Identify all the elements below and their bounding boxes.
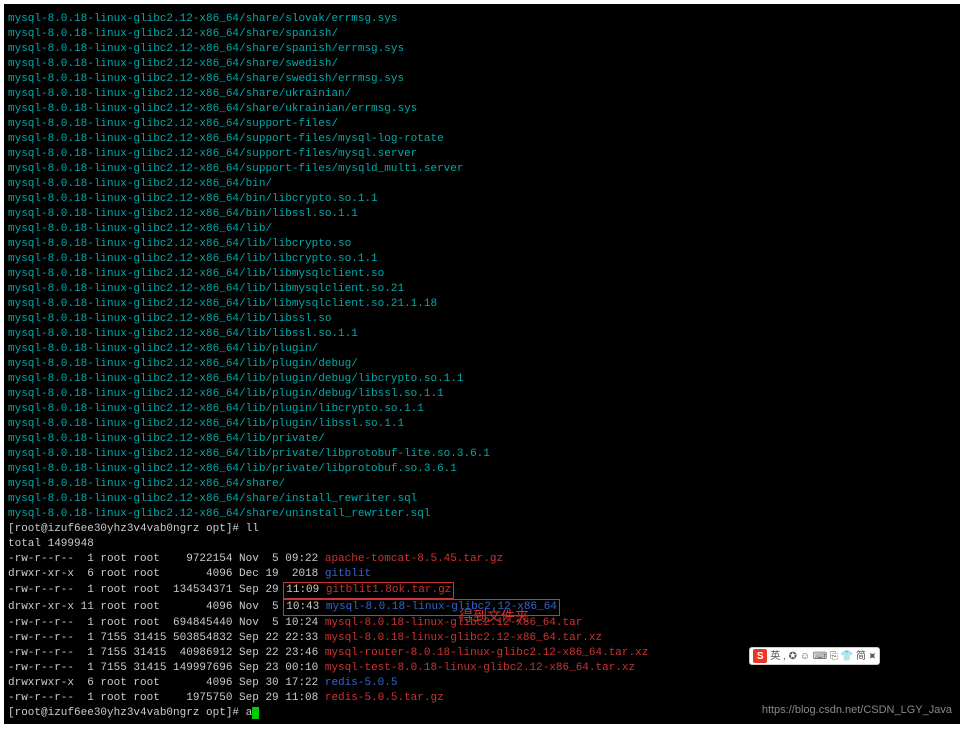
tar-line: mysql-8.0.18-linux-glibc2.12-x86_64/lib/… xyxy=(8,252,956,267)
tar-line: mysql-8.0.18-linux-glibc2.12-x86_64/lib/… xyxy=(8,312,956,327)
prompt-line-1: [root@izuf6ee30yhz3v4vab0ngrz opt]# ll xyxy=(8,522,956,537)
watermark: https://blog.csdn.net/CSDN_LGY_Java xyxy=(762,703,952,718)
ls-row: drwxrwxr-x 6 root root 4096 Sep 30 17:22… xyxy=(8,676,956,691)
tar-line: mysql-8.0.18-linux-glibc2.12-x86_64/shar… xyxy=(8,42,956,57)
ls-filename: redis-5.0.5 xyxy=(325,677,398,689)
ls-meta: drwxr-xr-x 6 root root 4096 Dec 19 2018 xyxy=(8,568,325,580)
tar-line: mysql-8.0.18-linux-glibc2.12-x86_64/shar… xyxy=(8,57,956,72)
ime-button[interactable]: 英 xyxy=(770,651,783,662)
tar-line: mysql-8.0.18-linux-glibc2.12-x86_64/shar… xyxy=(8,12,956,27)
tar-line: mysql-8.0.18-linux-glibc2.12-x86_64/lib/… xyxy=(8,387,956,402)
ls-meta: drwxrwxr-x 6 root root 4096 Sep 30 17:22 xyxy=(8,677,325,689)
cursor xyxy=(252,707,259,719)
tar-line: mysql-8.0.18-linux-glibc2.12-x86_64/lib/… xyxy=(8,237,956,252)
tar-line: mysql-8.0.18-linux-glibc2.12-x86_64/shar… xyxy=(8,27,956,42)
ls-filename: mysql-test-8.0.18-linux-glibc2.12-x86_64… xyxy=(325,662,635,674)
ls-filename: mysql-8.0.18-linux-glibc2.12-x86_64.tar xyxy=(325,617,582,629)
tar-line: mysql-8.0.18-linux-glibc2.12-x86_64/supp… xyxy=(8,117,956,132)
annotation-label: 得到文件夹 xyxy=(459,609,529,624)
tar-line: mysql-8.0.18-linux-glibc2.12-x86_64/bin/… xyxy=(8,207,956,222)
ls-filename: gitblit1.8ok.tar.gz xyxy=(326,584,451,596)
tar-line: mysql-8.0.18-linux-glibc2.12-x86_64/lib/… xyxy=(8,327,956,342)
ls-filename: mysql-router-8.0.18-linux-glibc2.12-x86_… xyxy=(325,647,648,659)
tar-line: mysql-8.0.18-linux-glibc2.12-x86_64/shar… xyxy=(8,492,956,507)
ime-button[interactable]: ⯍ xyxy=(869,651,876,662)
ls-row: drwxr-xr-x 6 root root 4096 Dec 19 2018 … xyxy=(8,567,956,582)
tar-line: mysql-8.0.18-linux-glibc2.12-x86_64/lib/ xyxy=(8,222,956,237)
tar-line: mysql-8.0.18-linux-glibc2.12-x86_64/lib/… xyxy=(8,357,956,372)
tar-output: mysql-8.0.18-linux-glibc2.12-x86_64/shar… xyxy=(8,12,956,522)
tar-line: mysql-8.0.18-linux-glibc2.12-x86_64/shar… xyxy=(8,477,956,492)
tar-line: mysql-8.0.18-linux-glibc2.12-x86_64/lib/… xyxy=(8,342,956,357)
tar-line: mysql-8.0.18-linux-glibc2.12-x86_64/shar… xyxy=(8,72,956,87)
typed-char: a xyxy=(246,707,253,719)
ls-meta: -rw-r--r-- 1 7155 31415 40986912 Sep 22 … xyxy=(8,647,325,659)
ime-button[interactable]: ☺ xyxy=(800,651,813,662)
ime-button[interactable]: ⎘ xyxy=(830,651,841,662)
ls-output: -rw-r--r-- 1 root root 9722154 Nov 5 09:… xyxy=(8,552,956,706)
highlight-box: 11:09 gitblit1.8ok.tar.gz xyxy=(283,582,454,599)
tar-line: mysql-8.0.18-linux-glibc2.12-x86_64/supp… xyxy=(8,132,956,147)
prompt-prefix: [root@izuf6ee30yhz3v4vab0ngrz opt]# xyxy=(8,707,246,719)
ls-meta: -rw-r--r-- 1 root root 1975750 Sep 29 11… xyxy=(8,692,325,704)
tar-line: mysql-8.0.18-linux-glibc2.12-x86_64/lib/… xyxy=(8,267,956,282)
tar-line: mysql-8.0.18-linux-glibc2.12-x86_64/lib/… xyxy=(8,417,956,432)
tar-line: mysql-8.0.18-linux-glibc2.12-x86_64/lib/… xyxy=(8,432,956,447)
ime-logo-icon[interactable]: S xyxy=(753,649,767,663)
tar-line: mysql-8.0.18-linux-glibc2.12-x86_64/bin/ xyxy=(8,177,956,192)
ls-row: -rw-r--r-- 1 root root 134534371 Sep 29 … xyxy=(8,582,956,599)
total-line: total 1499948 xyxy=(8,537,956,552)
ls-filename: mysql-8.0.18-linux-glibc2.12-x86_64.tar.… xyxy=(325,632,602,644)
ls-filename: gitblit xyxy=(325,568,371,580)
ls-row: -rw-r--r-- 1 root root 9722154 Nov 5 09:… xyxy=(8,552,956,567)
tar-line: mysql-8.0.18-linux-glibc2.12-x86_64/lib/… xyxy=(8,297,956,312)
tar-line: mysql-8.0.18-linux-glibc2.12-x86_64/shar… xyxy=(8,102,956,117)
ime-toolbar[interactable]: S 英 , ✪ ☺ ⌨ ⎘ 👕 简 ⯍ xyxy=(749,647,880,665)
ime-button[interactable]: ✪ xyxy=(789,651,800,662)
prompt-command: ll xyxy=(246,523,259,535)
tar-line: mysql-8.0.18-linux-glibc2.12-x86_64/supp… xyxy=(8,147,956,162)
ime-button[interactable]: 👕 xyxy=(841,651,856,662)
tar-line: mysql-8.0.18-linux-glibc2.12-x86_64/lib/… xyxy=(8,447,956,462)
tar-line: mysql-8.0.18-linux-glibc2.12-x86_64/shar… xyxy=(8,507,956,522)
ime-button[interactable]: ⌨ xyxy=(813,651,830,662)
tar-line: mysql-8.0.18-linux-glibc2.12-x86_64/lib/… xyxy=(8,462,956,477)
ls-meta: -rw-r--r-- 1 7155 31415 503854832 Sep 22… xyxy=(8,632,325,644)
ls-meta: -rw-r--r-- 1 root root 9722154 Nov 5 09:… xyxy=(8,553,325,565)
ls-filename: redis-5.0.5.tar.gz xyxy=(325,692,444,704)
tar-line: mysql-8.0.18-linux-glibc2.12-x86_64/supp… xyxy=(8,162,956,177)
ls-row: -rw-r--r-- 1 7155 31415 503854832 Sep 22… xyxy=(8,631,956,646)
tar-line: mysql-8.0.18-linux-glibc2.12-x86_64/lib/… xyxy=(8,282,956,297)
ls-meta: drwxr-xr-x 11 root root 4096 Nov 5 xyxy=(8,601,285,613)
ls-meta: -rw-r--r-- 1 root root 694845440 Nov 5 1… xyxy=(8,617,325,629)
tar-line: mysql-8.0.18-linux-glibc2.12-x86_64/lib/… xyxy=(8,372,956,387)
terminal-window[interactable]: mysql-8.0.18-linux-glibc2.12-x86_64/shar… xyxy=(4,4,960,724)
ls-filename: apache-tomcat-8.5.45.tar.gz xyxy=(325,553,503,565)
tar-line: mysql-8.0.18-linux-glibc2.12-x86_64/bin/… xyxy=(8,192,956,207)
ls-meta: -rw-r--r-- 1 7155 31415 149997696 Sep 23… xyxy=(8,662,325,674)
prompt-prefix: [root@izuf6ee30yhz3v4vab0ngrz opt]# xyxy=(8,523,246,535)
tar-line: mysql-8.0.18-linux-glibc2.12-x86_64/shar… xyxy=(8,87,956,102)
tar-line: mysql-8.0.18-linux-glibc2.12-x86_64/lib/… xyxy=(8,402,956,417)
ls-meta: -rw-r--r-- 1 root root 134534371 Sep 29 xyxy=(8,584,285,596)
ime-button[interactable]: 简 xyxy=(856,651,869,662)
